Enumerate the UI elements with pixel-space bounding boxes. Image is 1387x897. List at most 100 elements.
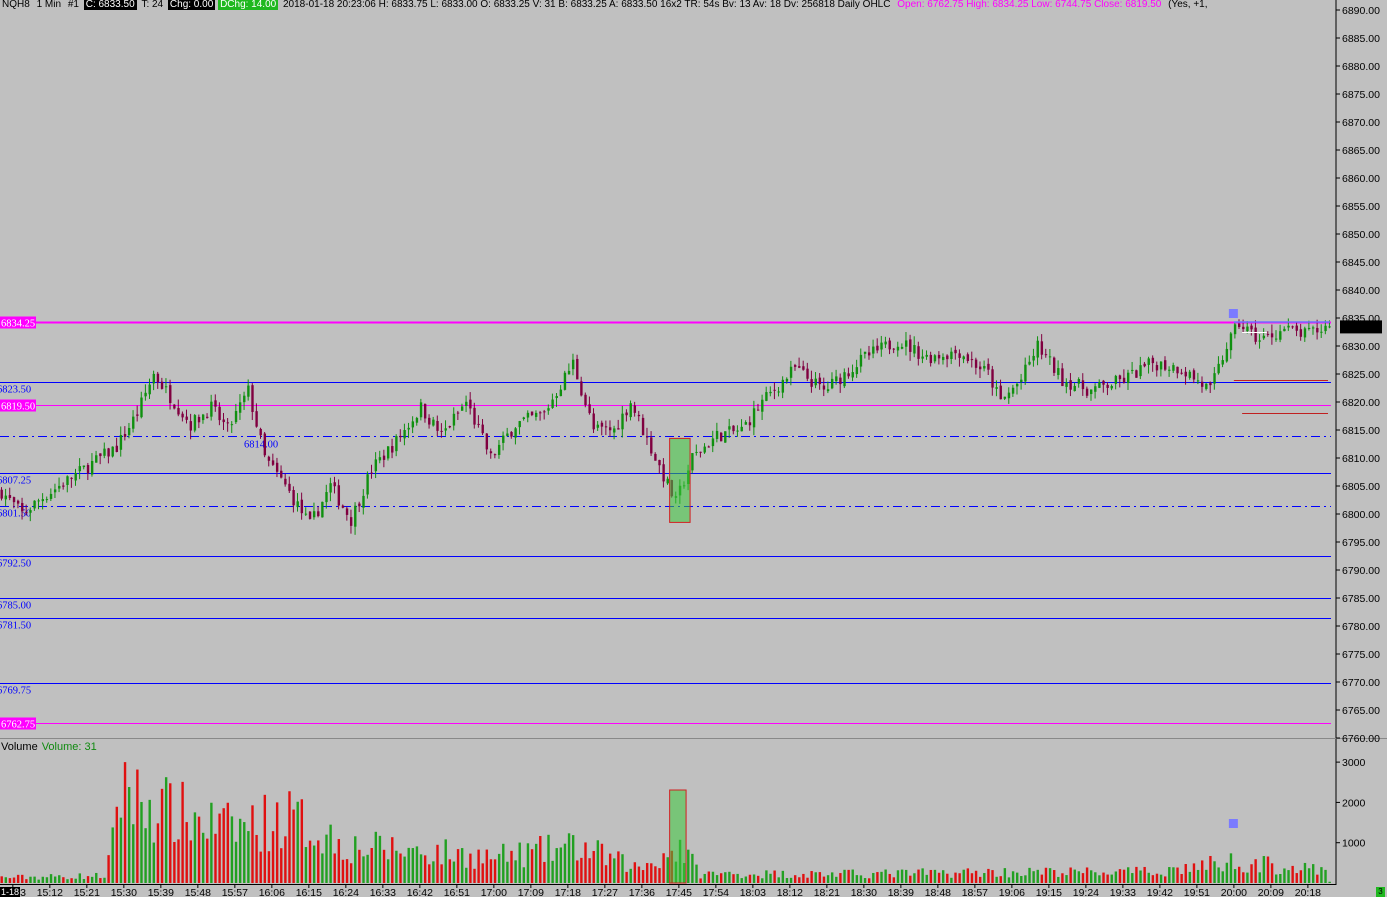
- volume-bar: [506, 861, 509, 883]
- volume-bar: [329, 824, 332, 883]
- candle-body: [1003, 396, 1007, 399]
- candle-body: [843, 372, 846, 387]
- candle-body: [403, 430, 406, 439]
- candle-body: [349, 517, 353, 526]
- volume-bar: [650, 863, 653, 883]
- volume-bar: [917, 869, 920, 883]
- volume-bar: [103, 877, 106, 883]
- candle-body: [41, 499, 45, 502]
- time-tick-label: 20:18: [1295, 887, 1321, 897]
- candle-body: [1254, 327, 1257, 342]
- volume-bar: [1213, 861, 1216, 883]
- volume-bar: [600, 843, 604, 883]
- candle-body: [571, 359, 575, 370]
- candle-body: [707, 446, 711, 448]
- volume-bar: [941, 870, 945, 883]
- candle-body: [275, 462, 279, 472]
- volume-bar: [296, 801, 299, 883]
- volume-bar: [1250, 864, 1253, 883]
- candle-body: [1155, 365, 1159, 371]
- candle-body: [1024, 364, 1027, 382]
- candle-body: [1020, 379, 1023, 383]
- volume-bar: [1057, 876, 1060, 883]
- candle-body: [1122, 377, 1126, 383]
- candle-body: [247, 385, 250, 397]
- volume-bar: [966, 868, 970, 883]
- level-label: 6781.50: [0, 621, 31, 632]
- candle-body: [781, 379, 785, 393]
- candle-body: [1270, 333, 1274, 338]
- candle-body: [358, 503, 361, 507]
- candle-body: [613, 428, 616, 433]
- time-tick-label: 18:30: [851, 887, 877, 897]
- volume-bar: [292, 809, 295, 883]
- time-tick-label: 17:09: [518, 887, 544, 897]
- volume-bar: [341, 859, 345, 883]
- candle-body: [329, 483, 332, 493]
- candle-body: [806, 368, 809, 379]
- candle-body: [25, 512, 28, 514]
- candle-body: [1061, 368, 1064, 387]
- volume-bar: [1168, 867, 1171, 883]
- candle-body: [888, 340, 891, 350]
- volume-bar: [892, 877, 896, 883]
- volume-bar: [1205, 869, 1208, 883]
- candle-body: [440, 430, 443, 432]
- volume-bar: [1020, 875, 1023, 883]
- candle-body: [70, 477, 73, 479]
- volume-bar: [333, 853, 336, 883]
- candle-body: [181, 413, 184, 418]
- price-tick-label: 6810.00: [1342, 453, 1380, 465]
- volume-bar: [460, 848, 464, 883]
- candle-body: [703, 446, 706, 453]
- candle-body: [49, 493, 53, 499]
- volume-bar: [1328, 881, 1331, 883]
- candle-body: [1299, 329, 1303, 337]
- candle-body: [481, 424, 484, 434]
- volume-bar: [818, 872, 822, 883]
- volume-bar: [473, 868, 476, 883]
- candle-body: [510, 431, 513, 437]
- candle-body: [74, 472, 77, 481]
- candle-body: [530, 411, 534, 416]
- corner-badge[interactable]: 3: [1376, 887, 1385, 897]
- volume-bar: [1229, 853, 1233, 883]
- volume-bar: [366, 854, 369, 883]
- candle-body: [251, 385, 254, 412]
- candle-body: [4, 495, 8, 500]
- candle-body: [1209, 382, 1212, 386]
- volume-bar: [53, 876, 57, 883]
- volume-bar: [1266, 856, 1270, 883]
- candle-body: [1237, 323, 1241, 328]
- candle-body: [1213, 373, 1216, 384]
- candle-body: [588, 404, 591, 414]
- candle-body: [78, 466, 82, 472]
- volume-bar: [395, 850, 398, 883]
- volume-bar: [1143, 866, 1146, 883]
- candle-body: [1118, 375, 1122, 380]
- volume-bar: [703, 873, 706, 883]
- time-tick-label: 17:27: [592, 887, 618, 897]
- volume-bar: [584, 842, 587, 883]
- candle-body: [1184, 371, 1187, 377]
- candle-body: [497, 444, 501, 455]
- volume-bar: [1287, 870, 1290, 883]
- volume-bar: [144, 828, 147, 883]
- volume-bar: [732, 874, 735, 883]
- candle-body: [140, 397, 143, 418]
- price-volume-chart[interactable]: 6834.256823.506819.506814.006807.256801.…: [0, 0, 1387, 897]
- candle-body: [1192, 370, 1196, 380]
- time-tick-label: 19:42: [1147, 887, 1173, 897]
- time-tick-label: 18:57: [962, 887, 988, 897]
- candle-body: [473, 407, 476, 425]
- volume-bar: [469, 853, 472, 883]
- volume-bar: [1221, 871, 1224, 883]
- volume-bar: [49, 874, 53, 883]
- volume-bar: [847, 869, 850, 883]
- candle-body: [941, 356, 945, 361]
- candle-body: [333, 482, 336, 487]
- volume-bar: [358, 849, 361, 883]
- candle-body: [855, 367, 859, 375]
- volume-bar: [62, 877, 65, 883]
- volume-bar: [382, 849, 386, 883]
